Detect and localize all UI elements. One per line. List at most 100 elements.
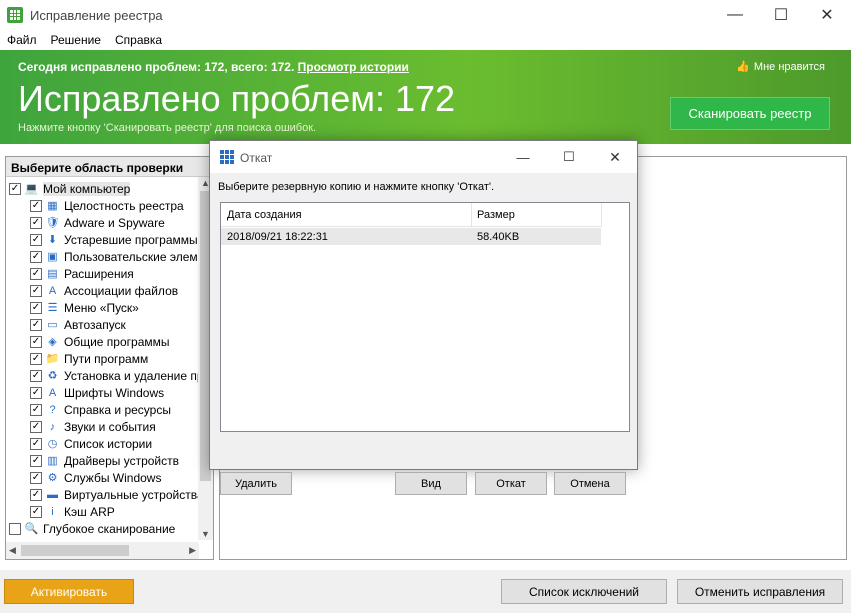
dialog-body: Выберите резервную копию и нажмите кнопк… bbox=[210, 173, 637, 495]
like-button[interactable]: 👍 Мне нравится bbox=[736, 60, 825, 74]
tree-item[interactable]: ✓ ▬ Виртуальные устройства bbox=[6, 486, 199, 503]
column-size[interactable]: Размер bbox=[477, 209, 515, 221]
delete-button[interactable]: Удалить bbox=[220, 472, 292, 495]
tree-item[interactable]: ✓ ▭ Автозапуск bbox=[6, 316, 199, 333]
tree-deep-scan[interactable]: 🔍 Глубокое сканирование bbox=[6, 520, 199, 537]
horizontal-scrollbar[interactable]: ◀ ▶ bbox=[6, 542, 199, 559]
checkbox[interactable]: ✓ bbox=[30, 505, 42, 518]
tree-item[interactable]: ✓ ◷ Список истории bbox=[6, 435, 199, 452]
computer-icon: 💻 bbox=[24, 183, 39, 195]
fixed-count-heading: Исправлено проблем: 172 bbox=[18, 78, 456, 119]
rollback-dialog: Откат — ☐ ✕ Выберите резервную копию и н… bbox=[209, 140, 638, 495]
dialog-title: Откат bbox=[240, 151, 273, 165]
checkbox[interactable]: ✓ bbox=[30, 471, 42, 484]
checkbox[interactable]: ✓ bbox=[30, 386, 42, 399]
checkbox[interactable]: ✓ bbox=[30, 250, 42, 263]
scroll-down-icon[interactable]: ▼ bbox=[201, 529, 210, 539]
tree-item-label: Целостность реестра bbox=[64, 198, 184, 213]
checkbox[interactable]: ✓ bbox=[30, 420, 42, 433]
checkbox[interactable]: ✓ bbox=[30, 267, 42, 280]
scan-area-panel: Выберите область проверки ✓ 💻 Мой компью… bbox=[5, 156, 214, 560]
checkbox[interactable]: ✓ bbox=[30, 352, 42, 365]
tree-item-label: Драйверы устройств bbox=[64, 453, 180, 468]
column-date[interactable]: Дата создания bbox=[227, 209, 302, 221]
tree-item[interactable]: ✓ ▦ Целостность реестра bbox=[6, 197, 199, 214]
checkbox[interactable]: ✓ bbox=[30, 369, 42, 382]
checkbox[interactable]: ✓ bbox=[30, 216, 42, 229]
scroll-left-icon[interactable]: ◀ bbox=[9, 545, 16, 556]
menu-solution[interactable]: Решение bbox=[44, 30, 108, 50]
checkbox[interactable]: ✓ bbox=[9, 182, 21, 195]
checkbox[interactable]: ✓ bbox=[30, 199, 42, 212]
tree-item[interactable]: ✓ ♻ Установка и удаление программ bbox=[6, 367, 199, 384]
checkbox[interactable]: ✓ bbox=[30, 335, 42, 348]
history-icon: ◷ bbox=[47, 438, 58, 450]
tree-item-label: Список истории bbox=[64, 436, 153, 451]
program-paths-icon: 📁 bbox=[45, 353, 60, 365]
tree-item[interactable]: ✓ ▤ Расширения bbox=[6, 265, 199, 282]
menu-bar: Файл Решение Справка bbox=[0, 30, 851, 50]
dialog-minimize-icon[interactable]: — bbox=[500, 141, 546, 173]
services-icon: ⚙ bbox=[47, 472, 58, 484]
tree-item[interactable]: ✓ ♪ Звуки и события bbox=[6, 418, 199, 435]
tree-item[interactable]: ✓ ▣ Пользовательские элементы bbox=[6, 248, 199, 265]
summary-line: Сегодня исправлено проблем: 172, всего: … bbox=[18, 60, 409, 74]
undo-fixes-button[interactable]: Отменить исправления bbox=[677, 579, 843, 604]
tree-item-label: Расширения bbox=[64, 266, 134, 281]
tree-item[interactable]: ✓ ⚙ Службы Windows bbox=[6, 469, 199, 486]
file-assoc-icon: A bbox=[48, 284, 57, 297]
checkbox[interactable]: ✓ bbox=[30, 437, 42, 450]
checkbox[interactable] bbox=[9, 522, 21, 535]
tree-item[interactable]: ✓ ◈ Общие программы bbox=[6, 333, 199, 350]
backup-size: 58.40KB bbox=[477, 231, 520, 243]
fonts-icon: A bbox=[48, 386, 57, 399]
tree-item[interactable]: ✓? Справка и ресурсы bbox=[6, 401, 199, 418]
tree-item-label: Автозапуск bbox=[64, 317, 126, 332]
checkbox[interactable]: ✓ bbox=[30, 454, 42, 467]
view-button[interactable]: Вид bbox=[395, 472, 467, 495]
checkbox[interactable]: ✓ bbox=[30, 403, 42, 416]
tree-item-label: Пользовательские элементы bbox=[64, 249, 199, 264]
scan-area-tree: ✓ 💻 Мой компьютер ✓ ▦ Целостность реестра ✓… bbox=[6, 180, 199, 540]
tree-root[interactable]: ✓ 💻 Мой компьютер bbox=[6, 180, 199, 197]
checkbox[interactable]: ✓ bbox=[30, 318, 42, 331]
tree-item-label: Справка и ресурсы bbox=[64, 402, 171, 417]
scroll-right-icon[interactable]: ▶ bbox=[189, 545, 196, 556]
exclusions-button[interactable]: Список исключений bbox=[501, 579, 667, 604]
title-bar: Исправление реестра — ☐ ✕ bbox=[0, 0, 851, 30]
tree-item[interactable]: ✓ A Шрифты Windows bbox=[6, 384, 199, 401]
shared-programs-icon: ◈ bbox=[48, 336, 57, 348]
maximize-icon[interactable]: ☐ bbox=[758, 0, 804, 30]
dialog-close-icon[interactable]: ✕ bbox=[592, 141, 638, 173]
checkbox[interactable]: ✓ bbox=[30, 233, 42, 246]
autostart-icon: ▭ bbox=[47, 319, 58, 331]
list-header: Дата создания Размер bbox=[221, 203, 602, 227]
history-link[interactable]: Просмотр истории bbox=[298, 60, 409, 74]
tree-item[interactable]: ✓ ▥ Драйверы устройств bbox=[6, 452, 199, 469]
activate-button[interactable]: Активировать bbox=[4, 579, 134, 604]
tree-item-label: Меню «Пуск» bbox=[64, 300, 139, 315]
tree-item-label: Ассоциации файлов bbox=[64, 283, 179, 298]
backup-list[interactable]: Дата создания Размер 2018/09/21 18:22:31… bbox=[220, 202, 630, 432]
menu-file[interactable]: Файл bbox=[0, 30, 44, 50]
tree-item[interactable]: ✓ ⬇ Устаревшие программы bbox=[6, 231, 199, 248]
checkbox[interactable]: ✓ bbox=[30, 284, 42, 297]
menu-help[interactable]: Справка bbox=[108, 30, 169, 50]
tree-item[interactable]: ✓ ☰ Меню «Пуск» bbox=[6, 299, 199, 316]
tree-item[interactable]: ✓ A Ассоциации файлов bbox=[6, 282, 199, 299]
rollback-button[interactable]: Откат bbox=[475, 472, 547, 495]
cancel-button[interactable]: Отмена bbox=[554, 472, 626, 495]
close-icon[interactable]: ✕ bbox=[804, 0, 850, 30]
checkbox[interactable]: ✓ bbox=[30, 301, 42, 314]
minimize-icon[interactable]: — bbox=[712, 0, 758, 30]
checkbox[interactable]: ✓ bbox=[30, 488, 42, 501]
tree-item[interactable]: ✓ 📁 Пути программ bbox=[6, 350, 199, 367]
table-row[interactable]: 2018/09/21 18:22:31 58.40KB bbox=[221, 228, 601, 245]
scan-registry-button[interactable]: Сканировать реестр bbox=[670, 97, 830, 130]
like-label: Мне нравится bbox=[753, 60, 825, 73]
tree-item-label: Службы Windows bbox=[64, 470, 162, 485]
tree-item[interactable]: ✓ i Кэш ARP bbox=[6, 503, 199, 520]
hscroll-thumb[interactable] bbox=[21, 545, 129, 556]
dialog-maximize-icon[interactable]: ☐ bbox=[546, 141, 592, 173]
tree-item[interactable]: ✓ 🛡 Adware и Spyware bbox=[6, 214, 199, 231]
